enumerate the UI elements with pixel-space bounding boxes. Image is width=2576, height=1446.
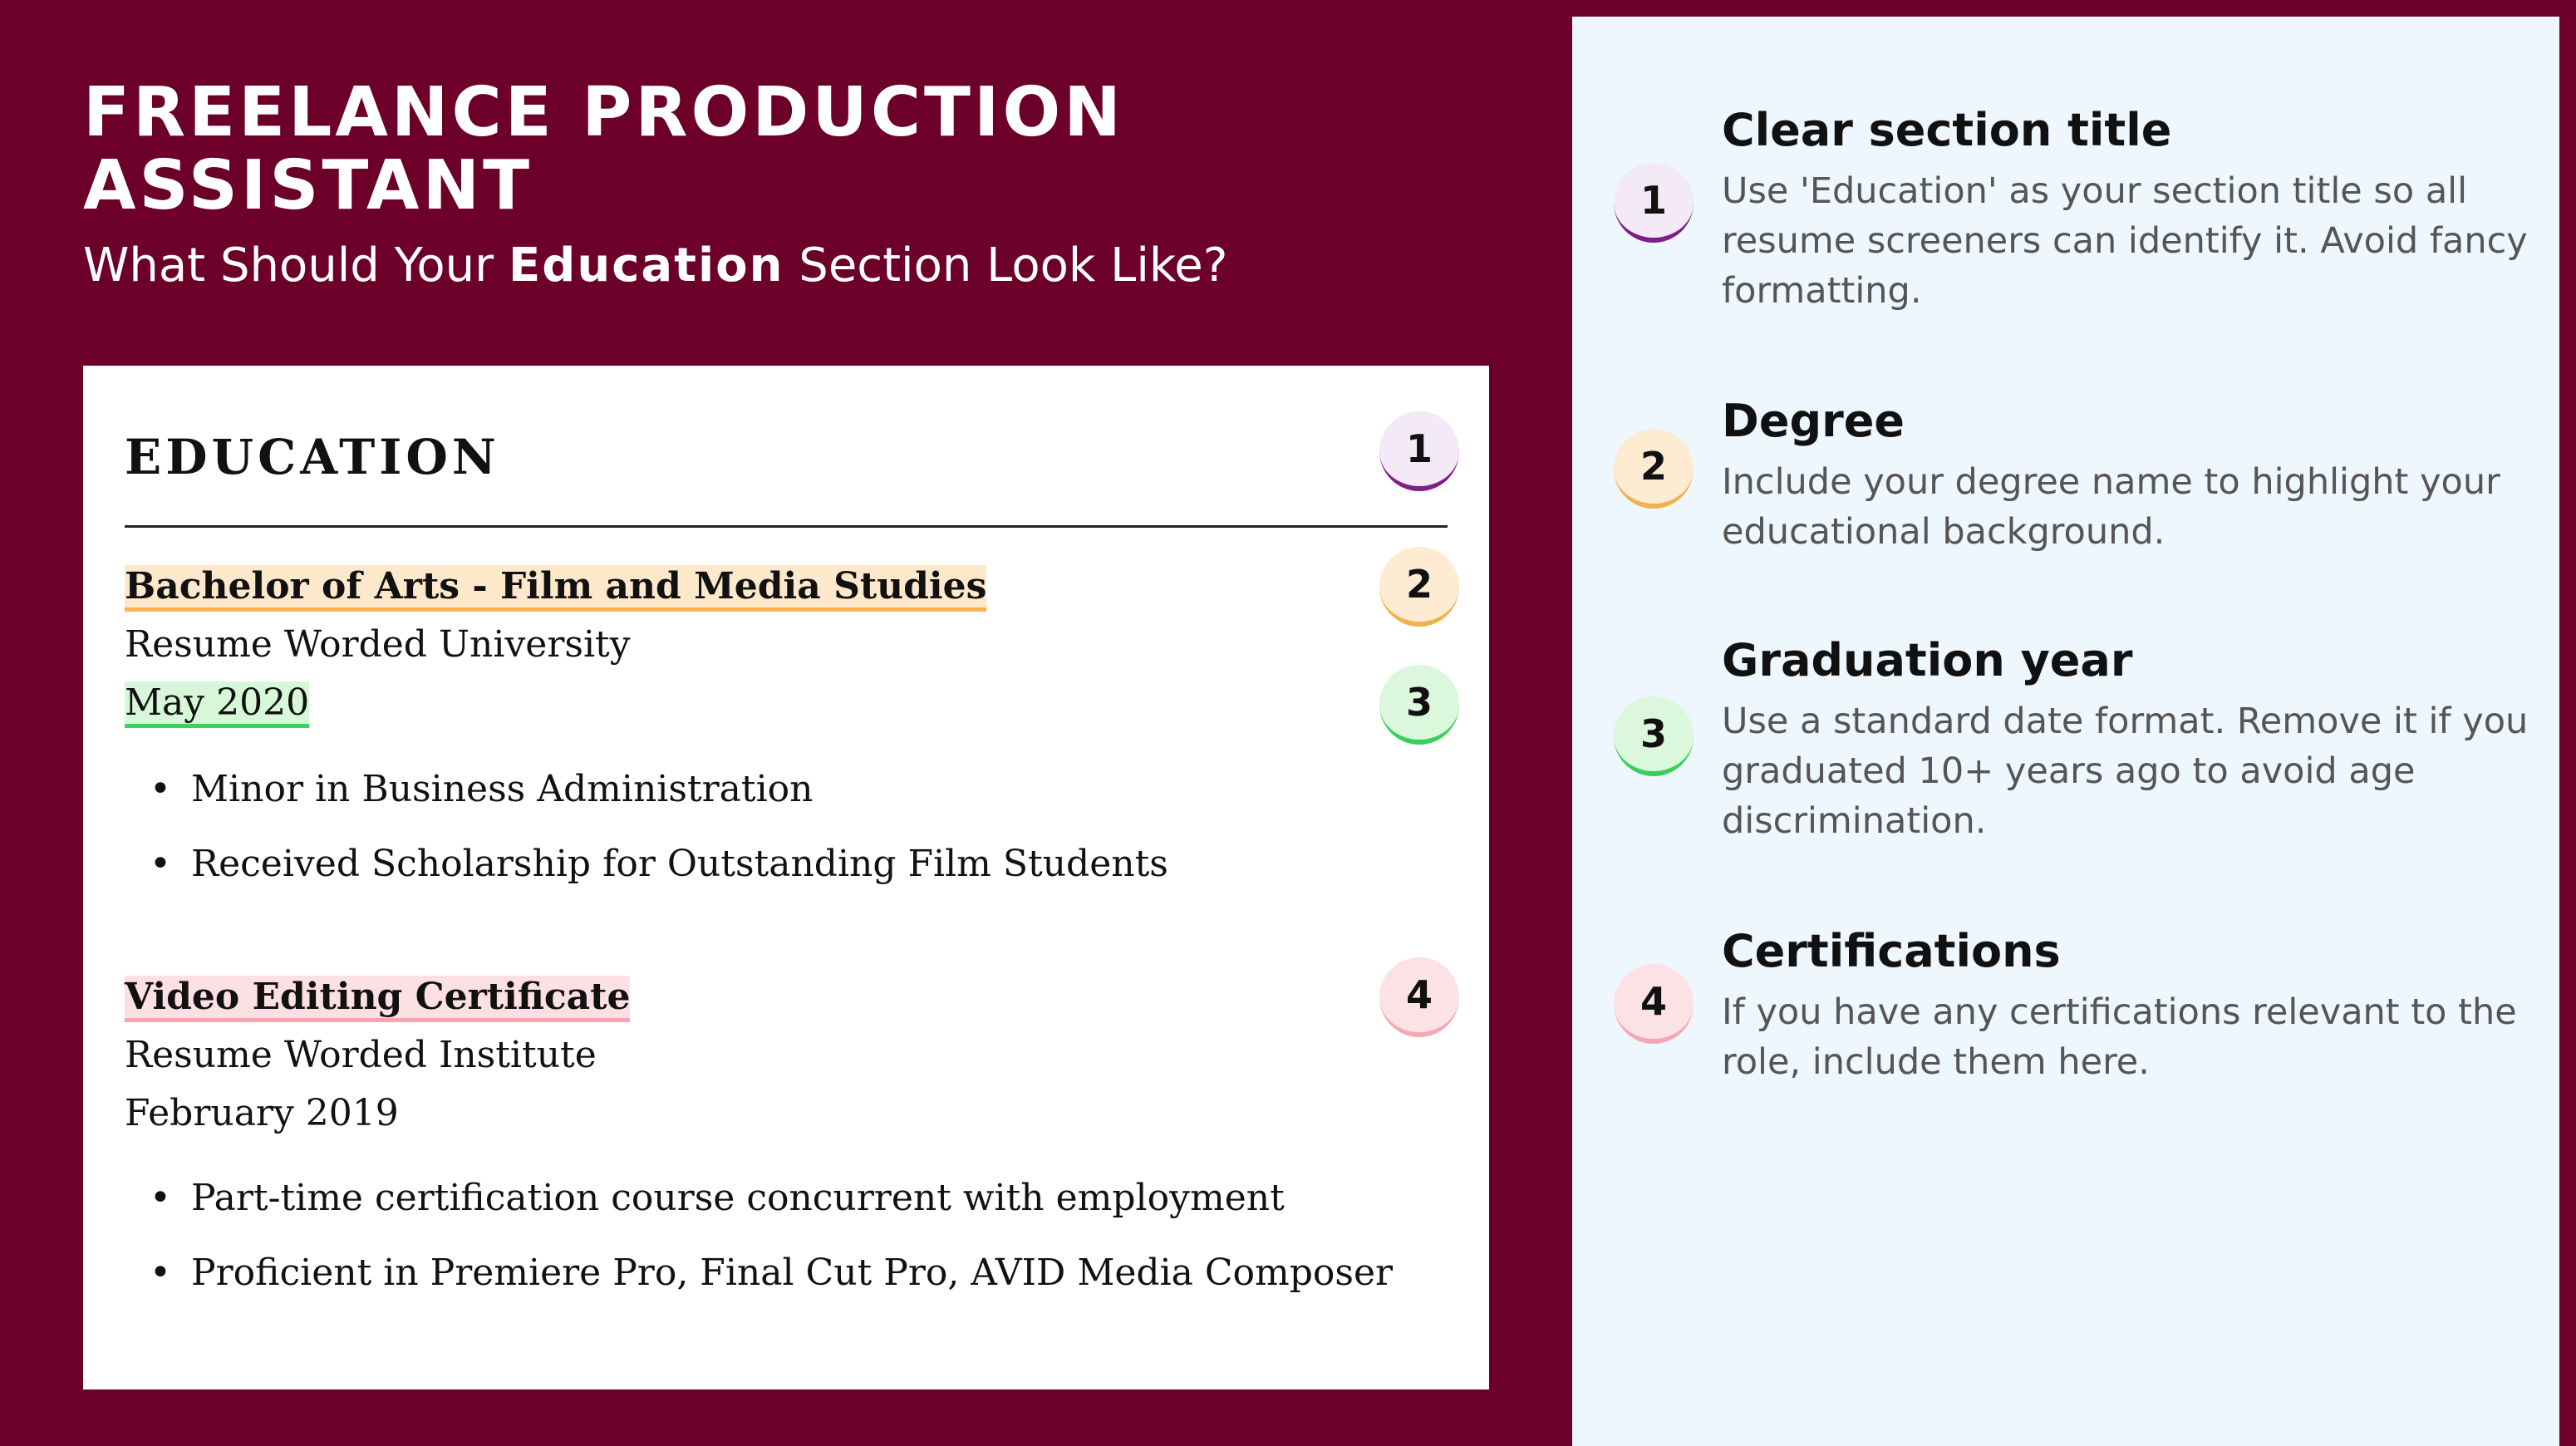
certificate-title: Video Editing Certificate [125, 972, 631, 1022]
degree-title-text: Bachelor of Arts - Film and Media Studie… [125, 565, 987, 612]
education-heading: EDUCATION [125, 429, 500, 485]
tip-body-4: If you have any certifications relevant … [1722, 991, 2517, 1083]
degree-bullets: Minor in Business Administration Receive… [125, 765, 1168, 914]
badge-1: 1 [1379, 411, 1459, 491]
degree-title: Bachelor of Arts - Film and Media Studie… [125, 562, 987, 612]
list-item: Minor in Business Administration [125, 765, 1168, 814]
tip-badge-2: 2 [1614, 429, 1694, 509]
certificate-title-text: Video Editing Certificate [125, 976, 631, 1022]
subtitle-post: Section Look Like? [784, 239, 1228, 293]
left-panel: FREELANCE PRODUCTION ASSISTANT What Shou… [0, 0, 1572, 1446]
page-title: FREELANCE PRODUCTION ASSISTANT [83, 73, 1124, 225]
tip-badge-1: 1 [1614, 163, 1694, 243]
subtitle-emphasis: Education [508, 239, 784, 293]
tip-title-4: Certifications [1722, 925, 2061, 977]
badge-3: 3 [1379, 665, 1459, 745]
badge-4: 4 [1379, 957, 1459, 1037]
tip-body-2: Include your degree name to highlight yo… [1722, 461, 2500, 553]
badge-2: 2 [1379, 547, 1459, 627]
tip-badge-3: 3 [1614, 696, 1694, 776]
list-item: Part-time certification course concurren… [125, 1173, 1393, 1223]
page-subtitle: What Should Your Education Section Look … [83, 238, 1227, 294]
degree-date-text: May 2020 [125, 681, 310, 728]
tip-title-1: Clear section title [1722, 104, 2172, 156]
certificate-date: February 2019 [125, 1092, 399, 1134]
tip-title-2: Degree [1722, 395, 1905, 447]
section-divider [125, 525, 1448, 528]
resume-card: EDUCATION 1 Bachelor of Arts - Film and … [83, 366, 1489, 1389]
degree-date: May 2020 [125, 678, 310, 728]
tip-title-3: Graduation year [1722, 634, 2133, 686]
degree-institution: Resume Worded University [125, 623, 631, 666]
list-item: Received Scholarship for Outstanding Fil… [125, 839, 1168, 889]
certificate-bullets: Part-time certification course concurren… [125, 1173, 1393, 1323]
tip-badge-4: 4 [1614, 964, 1694, 1044]
list-item: Proficient in Premiere Pro, Final Cut Pr… [125, 1248, 1393, 1298]
tips-panel: 1 Clear section title Use 'Education' as… [1572, 17, 2559, 1446]
tip-body-1: Use 'Education' as your section title so… [1722, 170, 2528, 312]
tip-body-3: Use a standard date format. Remove it if… [1722, 701, 2529, 842]
certificate-institution: Resume Worded Institute [125, 1034, 597, 1076]
subtitle-pre: What Should Your [83, 239, 509, 293]
